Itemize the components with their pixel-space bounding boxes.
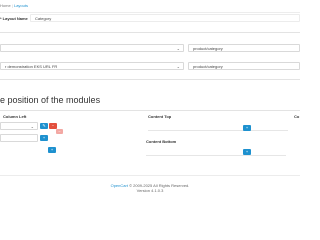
content-bottom-heading: Content Bottom: [146, 139, 177, 144]
column-left-add-select[interactable]: [0, 134, 38, 142]
divider: [0, 110, 300, 111]
route-value: product/category: [193, 46, 223, 51]
route-value: product/category: [193, 64, 223, 69]
breadcrumb-home[interactable]: Home: [0, 3, 11, 8]
route-field[interactable]: product/category: [188, 62, 300, 70]
column-right-heading: Co: [294, 114, 300, 119]
store-select-value: r demonstration EKS URL FR: [5, 64, 58, 69]
content-top-add-button[interactable]: +: [243, 125, 251, 131]
column-left-heading: Column Left: [3, 114, 27, 119]
remove-module-hover[interactable]: −: [56, 129, 63, 134]
footer-version: Version 4.1.0.3: [136, 188, 164, 193]
layout-name-label: * Layout Name: [0, 16, 28, 21]
store-select[interactable]: r demonstration EKS URL FR ⌄: [0, 62, 184, 70]
plus-circle-icon: +: [245, 125, 249, 130]
divider: [0, 12, 300, 13]
layout-name-field[interactable]: Category: [30, 14, 300, 22]
column-left-module-select[interactable]: ⌄: [0, 122, 38, 130]
breadcrumb-current[interactable]: Layouts: [14, 3, 28, 8]
plus-circle-icon: +: [245, 149, 249, 154]
content-bottom-add-button[interactable]: +: [243, 149, 251, 155]
edit-module-button[interactable]: ✎: [40, 123, 48, 129]
minus-circle-icon: −: [58, 129, 61, 134]
column-underline: [148, 130, 288, 131]
column-underline: [146, 155, 286, 156]
breadcrumb-separator: |: [11, 3, 13, 8]
breadcrumb: Home | Layouts: [0, 3, 28, 8]
add-module-button[interactable]: +: [40, 135, 48, 141]
chevron-down-icon: ⌄: [30, 124, 34, 129]
store-select[interactable]: ⌄: [0, 44, 184, 52]
content-top-heading: Content Top: [148, 114, 172, 119]
route-field[interactable]: product/category: [188, 44, 300, 52]
plus-circle-icon: +: [42, 135, 46, 140]
plus-circle-icon: +: [50, 147, 54, 152]
minus-circle-icon: −: [51, 123, 55, 128]
layout-name-value: Category: [35, 16, 52, 21]
footer-divider: [0, 175, 300, 176]
modules-heading: e position of the modules: [0, 95, 101, 105]
divider: [0, 79, 300, 80]
column-left-add-button[interactable]: +: [48, 147, 56, 153]
divider: [0, 32, 300, 33]
chevron-down-icon: ⌄: [176, 64, 180, 69]
pencil-icon: ✎: [42, 123, 46, 128]
chevron-down-icon: ⌄: [176, 46, 180, 51]
